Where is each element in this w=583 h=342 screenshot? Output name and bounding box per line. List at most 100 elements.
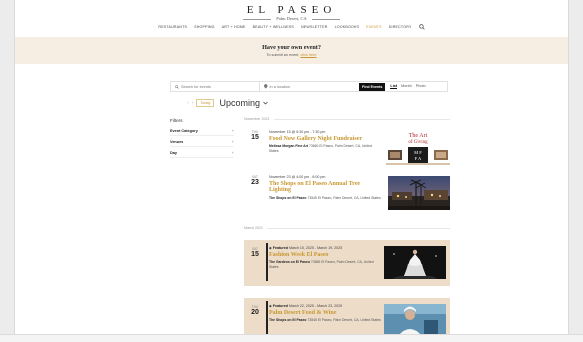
nav-item-art-home[interactable]: ART + HOME: [222, 25, 246, 29]
event-keyword-input[interactable]: Search for events: [171, 82, 260, 91]
upcoming-heading: Upcoming: [219, 98, 261, 108]
expand-icon: +: [231, 140, 234, 144]
event-venue: The Shops on El Paseo 73545 El Paseo, Pa…: [269, 318, 382, 323]
nav-item-directory[interactable]: DIRECTORY: [389, 25, 412, 29]
svg-text:The Art: The Art: [409, 133, 428, 139]
date-navigation: ‹ › Today Upcoming: [187, 98, 268, 108]
event-list-item[interactable]: THU 15 November 15 @ 5:30 pm - 7:30 pm F…: [244, 130, 450, 166]
submit-event-banner: Have your own event? To submit an event,…: [15, 37, 568, 64]
the-art-of-giving-poster[interactable]: The Art of Giving M F F A: [386, 130, 450, 166]
filter-label: Day: [170, 151, 177, 155]
month-label: March 2021: [244, 226, 263, 230]
location-placeholder: In a location: [269, 84, 290, 89]
filters-panel: Filters Event Category + Venues + Day +: [170, 118, 234, 162]
nav-item-lookbooks[interactable]: LOOKBOOKS: [335, 25, 360, 29]
event-date: SAT 15: [248, 247, 262, 259]
venue-address: 73545 El Paseo, Palm Desert, CA, United …: [307, 196, 381, 201]
venue-name: The Shops on El Paseo: [269, 318, 307, 323]
event-title-link[interactable]: Fashion Week El Paseo: [269, 252, 382, 259]
event-dates: March 22, 2025 - March 23, 2025: [288, 304, 343, 308]
chevron-down-icon[interactable]: [263, 101, 268, 105]
event-list-item[interactable]: SAT 23 November 23 @ 4:00 pm - 6:00 pm T…: [244, 175, 450, 221]
event-details: ◆ Featured March 15, 2025 - March 19, 20…: [269, 246, 382, 269]
venue-name: The Gardens on El Paseo: [269, 260, 310, 265]
svg-text:of Giving: of Giving: [408, 140, 428, 145]
event-day: 20: [251, 309, 259, 316]
event-day: 15: [251, 251, 259, 258]
view-month[interactable]: Month: [401, 84, 412, 89]
event-details: ◆ Featured March 22, 2025 - March 23, 20…: [269, 304, 382, 323]
filter-day[interactable]: Day +: [170, 151, 234, 158]
month-label: November 2021: [244, 117, 270, 121]
palm-street-night-photo[interactable]: [388, 176, 450, 210]
view-photo[interactable]: Photo: [416, 84, 426, 89]
site-logo[interactable]: EL PASEO Palm Desert, CA: [15, 4, 568, 22]
divider: [266, 227, 450, 229]
previous-arrow-icon[interactable]: ‹: [187, 100, 189, 106]
featured-label: Featured: [272, 304, 288, 308]
event-date: THU 20: [248, 305, 262, 317]
event-details: November 15 @ 5:30 pm - 7:30 pm Food Now…: [269, 130, 382, 153]
event-day: 23: [251, 179, 259, 186]
event-venue: Melissa Morgan Fine Art 73660 El Paseo, …: [269, 144, 382, 153]
event-time: November 23 @ 4:00 pm - 6:00 pm: [269, 175, 326, 179]
banner-text: To submit an event, click here: [15, 53, 568, 57]
search-icon: [175, 84, 179, 89]
event-title-link[interactable]: Food Now Gallery Night Fundraiser: [269, 136, 382, 143]
event-title-link[interactable]: The Shops on El Paseo Annual Tree Lighti…: [269, 181, 382, 195]
runway-gown-photo[interactable]: [384, 246, 446, 279]
brand-rule-left: [243, 18, 272, 20]
svg-text:F A: F A: [415, 156, 422, 161]
featured-label: Featured: [272, 246, 288, 250]
location-pin-icon: [264, 84, 268, 89]
event-details: November 23 @ 4:00 pm - 6:00 pm The Shop…: [269, 175, 382, 201]
venue-name: Melissa Morgan Fine Art: [269, 144, 309, 149]
featured-star-icon: ◆: [269, 246, 272, 250]
nav-item-events[interactable]: EVENTS: [366, 25, 382, 29]
filter-event-category[interactable]: Event Category +: [170, 129, 234, 136]
today-button[interactable]: Today: [196, 99, 215, 107]
nav-item-restaurants[interactable]: RESTAURANTS: [158, 25, 187, 29]
view-switcher: List Month Photo: [390, 84, 426, 89]
find-events-button[interactable]: Find Events: [359, 82, 386, 91]
event-time: ◆ Featured March 15, 2025 - March 19, 20…: [269, 246, 382, 250]
expand-icon: +: [231, 129, 234, 133]
month-separator: November 2021: [244, 117, 450, 121]
event-venue: The Gardens on El Paseo 73585 El Paseo, …: [269, 260, 382, 269]
event-title-link[interactable]: Palm Desert Food & Wine: [269, 310, 382, 317]
event-time: ◆ Featured March 22, 2025 - March 23, 20…: [269, 304, 382, 308]
view-list[interactable]: List: [390, 84, 398, 89]
banner-text-prefix: To submit an event,: [266, 53, 301, 57]
next-arrow-icon[interactable]: ›: [192, 100, 194, 106]
nav-item-beauty-wellness[interactable]: BEAUTY + WELLNESS: [253, 25, 294, 29]
divider: [273, 118, 450, 120]
brand-name: EL PASEO: [246, 4, 337, 16]
featured-event-list-item[interactable]: SAT 15 ◆ Featured March 15, 2025 - March…: [244, 240, 450, 286]
chef-portrait-photo[interactable]: [384, 304, 446, 336]
filters-title: Filters: [170, 118, 183, 123]
nav-item-shopping[interactable]: SHOPPING: [194, 25, 215, 29]
location-input[interactable]: In a location: [260, 82, 355, 91]
nav-item-newsletter[interactable]: NEWSLETTER: [301, 25, 328, 29]
featured-accent-bar: [266, 243, 268, 281]
featured-star-icon: ◆: [269, 304, 272, 308]
search-icon[interactable]: [418, 24, 425, 30]
filter-venues[interactable]: Venues +: [170, 140, 234, 147]
event-date: SAT 23: [248, 175, 262, 187]
event-time: November 15 @ 5:30 pm - 7:30 pm: [269, 130, 326, 134]
event-dates: March 15, 2025 - March 19, 2025: [288, 246, 343, 250]
main-nav: RESTAURANTS SHOPPING ART + HOME BEAUTY +…: [15, 24, 568, 30]
banner-title: Have your own event?: [262, 44, 321, 51]
event-day: 15: [251, 134, 259, 141]
svg-text:M F: M F: [414, 150, 422, 155]
venue-name: The Shops on El Paseo: [269, 196, 307, 201]
expand-icon: +: [231, 151, 234, 155]
venue-address: 73545 El Paseo, Palm Desert, CA, United …: [307, 318, 381, 323]
event-date: THU 15: [248, 130, 262, 142]
brand-subtitle: Palm Desert, CA: [276, 16, 307, 21]
filter-label: Venues: [170, 140, 184, 144]
filter-label: Event Category: [170, 129, 198, 133]
event-venue: The Shops on El Paseo 73545 El Paseo, Pa…: [269, 196, 382, 201]
submit-event-link[interactable]: click here: [300, 53, 316, 57]
window-bottom-bar: [0, 334, 583, 342]
